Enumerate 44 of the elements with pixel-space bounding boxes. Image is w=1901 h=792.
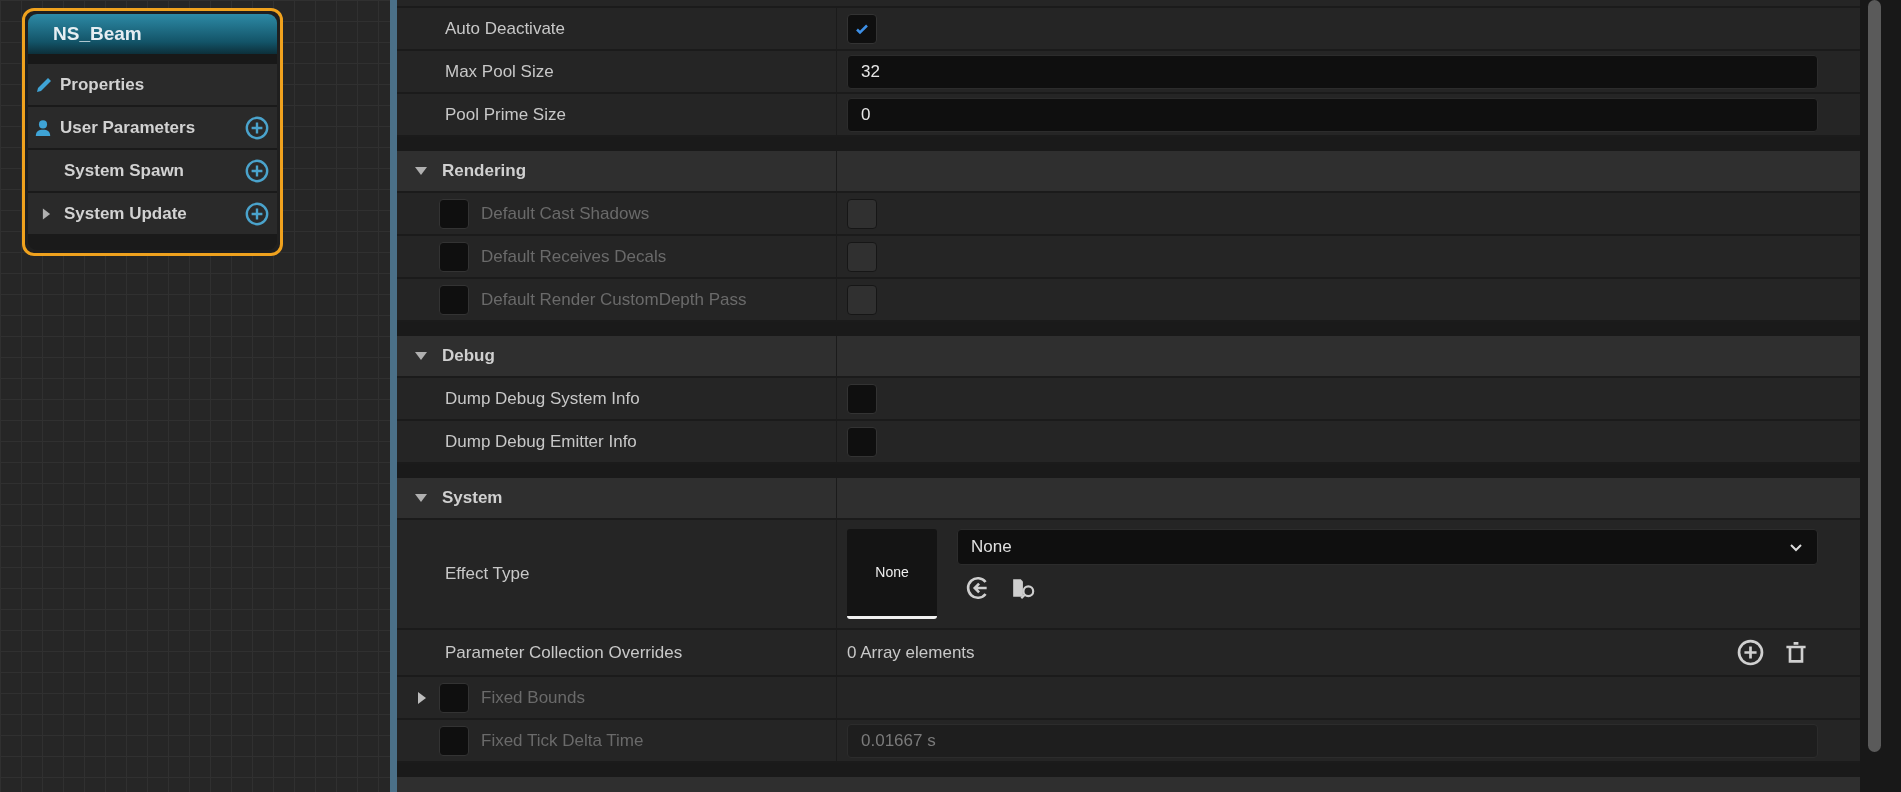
property-label: Default Receives Decals bbox=[481, 245, 667, 268]
section-header[interactable]: System bbox=[397, 478, 1860, 520]
expand-arrow-icon[interactable] bbox=[42, 206, 51, 221]
node-row[interactable]: Properties bbox=[28, 64, 277, 107]
property-label: Fixed Tick Delta Time bbox=[481, 729, 644, 752]
checkbox[interactable] bbox=[847, 383, 877, 414]
property-label: Parameter Collection Overrides bbox=[445, 641, 683, 664]
node-row[interactable]: User Parameters bbox=[28, 107, 277, 150]
person-icon bbox=[34, 117, 52, 138]
node-row-label: System Update bbox=[64, 202, 187, 225]
node-title: NS_Beam bbox=[28, 14, 277, 54]
asset-dropdown[interactable]: None bbox=[957, 529, 1818, 565]
add-icon[interactable] bbox=[245, 201, 269, 226]
section-title: Rendering bbox=[442, 160, 527, 183]
array-count: 0 Array elements bbox=[847, 641, 975, 664]
system-node[interactable]: NS_Beam Properties User Parameters System Spawn System Update bbox=[22, 8, 283, 256]
checkbox[interactable] bbox=[847, 13, 877, 44]
number-field[interactable]: 0 bbox=[847, 97, 1818, 132]
node-row-label: Properties bbox=[60, 73, 145, 96]
property-label: Default Render CustomDepth Pass bbox=[481, 288, 747, 311]
property-label: Default Cast Shadows bbox=[481, 202, 650, 225]
property-label: Fixed Bounds bbox=[481, 686, 585, 709]
property-label: Dump Debug Emitter Info bbox=[445, 430, 637, 453]
property-label: Effect Type bbox=[445, 563, 530, 586]
section-header[interactable]: Rendering bbox=[397, 151, 1860, 193]
checkbox[interactable] bbox=[847, 426, 877, 457]
property-label: Dump Debug System Info bbox=[445, 387, 640, 410]
trash-icon[interactable] bbox=[1784, 639, 1808, 666]
number-field[interactable]: 32 bbox=[847, 54, 1818, 89]
add-icon[interactable] bbox=[1737, 639, 1764, 666]
add-icon[interactable] bbox=[245, 115, 269, 140]
section-title: System bbox=[442, 487, 503, 510]
property-label: Max Pool Size bbox=[445, 60, 554, 83]
property-label: Pool Prime Size bbox=[445, 103, 566, 126]
section-title: Debug bbox=[442, 345, 495, 368]
add-icon[interactable] bbox=[245, 158, 269, 183]
node-row[interactable]: System Spawn bbox=[28, 150, 277, 193]
node-row-label: User Parameters bbox=[60, 116, 196, 139]
section-header[interactable]: Debug bbox=[397, 336, 1860, 378]
node-row-label: System Spawn bbox=[64, 159, 184, 182]
asset-thumbnail[interactable]: None bbox=[847, 529, 937, 619]
node-row[interactable]: System Update bbox=[28, 193, 277, 236]
scrollbar-thumb[interactable] bbox=[1868, 0, 1881, 752]
property-label: Auto Deactivate bbox=[445, 17, 565, 40]
